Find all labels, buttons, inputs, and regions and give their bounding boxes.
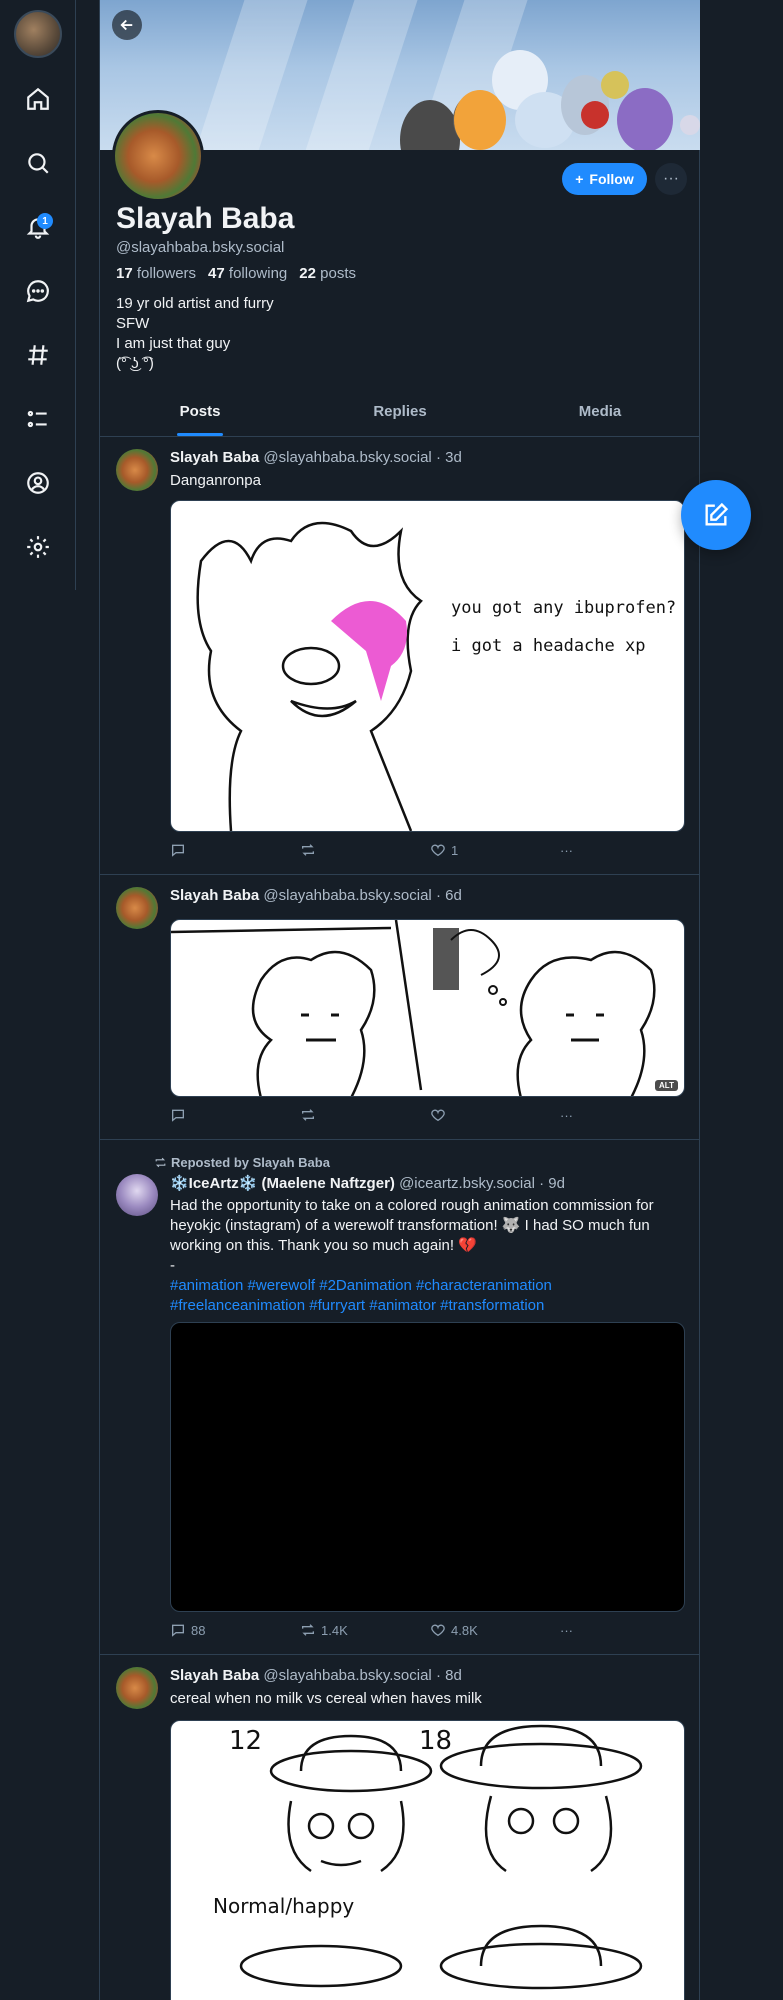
repost-button[interactable] [300,1107,430,1123]
notification-badge: 1 [37,213,53,229]
profile-stats: 17 followers 47 following 22 posts [116,265,356,282]
tab-replies[interactable]: Replies [300,395,500,436]
profile-bio: 19 yr old artist and furry SFW I am just… [116,295,274,372]
compose-icon [705,502,729,526]
repost-icon [302,1109,314,1121]
profile-avatar[interactable] [112,110,204,202]
repost-icon [155,1157,166,1168]
post-image[interactable]: you got any ibuprofen? i got a headache … [170,500,685,832]
feed-post[interactable]: Slayah Baba @slayahbaba.bsky.social · 8d… [100,1655,700,2000]
post-actions: ··· [170,1107,590,1123]
post-text: Had the opportunity to take on a colored… [170,1196,685,1316]
hashtag-icon[interactable] [22,339,54,371]
reply-button[interactable]: 88 [170,1622,300,1638]
sketch-drawing: 12 18 Normal/happy [213,1724,643,1990]
tab-posts[interactable]: Posts [100,395,300,436]
repost-icon [302,1624,314,1636]
post-video[interactable] [170,1322,685,1612]
chat-icon[interactable] [22,275,54,307]
post-author-avatar[interactable] [116,887,158,929]
feed-post[interactable]: Reposted by Slayah Baba ❄️IceArtz❄️ (Mae… [100,1140,700,1655]
posts-count: 22 posts [299,265,356,282]
post-more-button[interactable]: ··· [560,1107,573,1123]
tab-media[interactable]: Media [500,395,700,436]
like-button[interactable] [430,1107,560,1123]
compose-button[interactable] [681,480,751,550]
post-text: Danganronpa [170,472,261,489]
alt-text-badge[interactable]: ALT [655,1080,678,1091]
heart-icon [431,844,445,857]
feed-post[interactable]: Slayah Baba @slayahbaba.bsky.social · 6d… [100,875,700,1140]
left-nav-rail: 1 [0,0,76,590]
image-label-12: 12 [229,1726,262,1756]
followers-link[interactable]: 17 followers [116,265,196,282]
heart-icon [431,1109,445,1122]
profile-feed: + Follow ··· Slayah Baba @slayahbaba.bsk… [99,0,700,2000]
image-caption-line2: i got a headache xp [451,636,645,656]
reply-button[interactable] [170,1107,300,1123]
post-text: cereal when no milk vs cereal when haves… [170,1690,482,1707]
image-label-normal: Normal/happy [213,1894,354,1918]
image-caption-line1: you got any ibuprofen? [451,598,676,618]
post-author-avatar[interactable] [116,1667,158,1709]
post-author-avatar[interactable] [116,1174,158,1216]
post-meta: ❄️IceArtz❄️ (Maelene Naftzger) @iceartz.… [170,1175,565,1192]
plus-icon: + [575,171,584,187]
like-button[interactable]: 1 [430,842,560,858]
profile-tabs: Posts Replies Media [100,395,700,437]
post-actions: 1 ··· [170,842,590,858]
home-icon[interactable] [22,83,54,115]
arrow-left-icon [120,19,133,31]
image-label-18: 18 [419,1726,452,1756]
post-actions: 88 1.4K 4.8K ··· [170,1622,590,1638]
sketch-drawing [171,920,656,1096]
reply-button[interactable] [170,842,300,858]
profile-handle: @slayahbaba.bsky.social [116,239,285,256]
feed-post[interactable]: Slayah Baba @slayahbaba.bsky.social · 3d… [100,437,700,875]
hashtag-links[interactable]: #animation #werewolf #2Danimation #chara… [170,1276,685,1296]
post-more-button[interactable]: ··· [560,1622,573,1638]
profile-name: Slayah Baba [116,202,295,235]
repost-icon [302,844,314,856]
post-author-avatar[interactable] [116,449,158,491]
search-icon[interactable] [22,147,54,179]
post-image[interactable]: 12 18 Normal/happy [170,1720,685,2000]
hashtag-links[interactable]: #freelanceanimation #furryart #animator … [170,1296,685,1316]
post-meta: Slayah Baba @slayahbaba.bsky.social · 3d [170,449,462,466]
gear-icon[interactable] [22,531,54,563]
profile-icon[interactable] [22,467,54,499]
back-button[interactable] [112,10,142,40]
post-meta: Slayah Baba @slayahbaba.bsky.social · 6d [170,887,462,904]
current-user-avatar[interactable] [14,10,62,58]
like-button[interactable]: 4.8K [430,1622,560,1638]
heart-icon [431,1624,445,1637]
repost-indicator: Reposted by Slayah Baba [154,1155,330,1170]
more-options-button[interactable]: ··· [655,163,687,195]
sketch-drawing: you got any ibuprofen? i got a headache … [196,521,676,831]
post-more-button[interactable]: ··· [560,842,573,858]
reply-icon [172,1624,184,1637]
list-icon[interactable] [22,403,54,435]
reply-icon [172,844,184,857]
repost-button[interactable] [300,842,430,858]
follow-button[interactable]: + Follow [562,163,647,195]
repost-button[interactable]: 1.4K [300,1622,430,1638]
following-link[interactable]: 47 following [208,265,287,282]
reply-icon [172,1109,184,1122]
post-meta: Slayah Baba @slayahbaba.bsky.social · 8d [170,1667,462,1684]
post-image[interactable]: ALT [170,919,685,1097]
